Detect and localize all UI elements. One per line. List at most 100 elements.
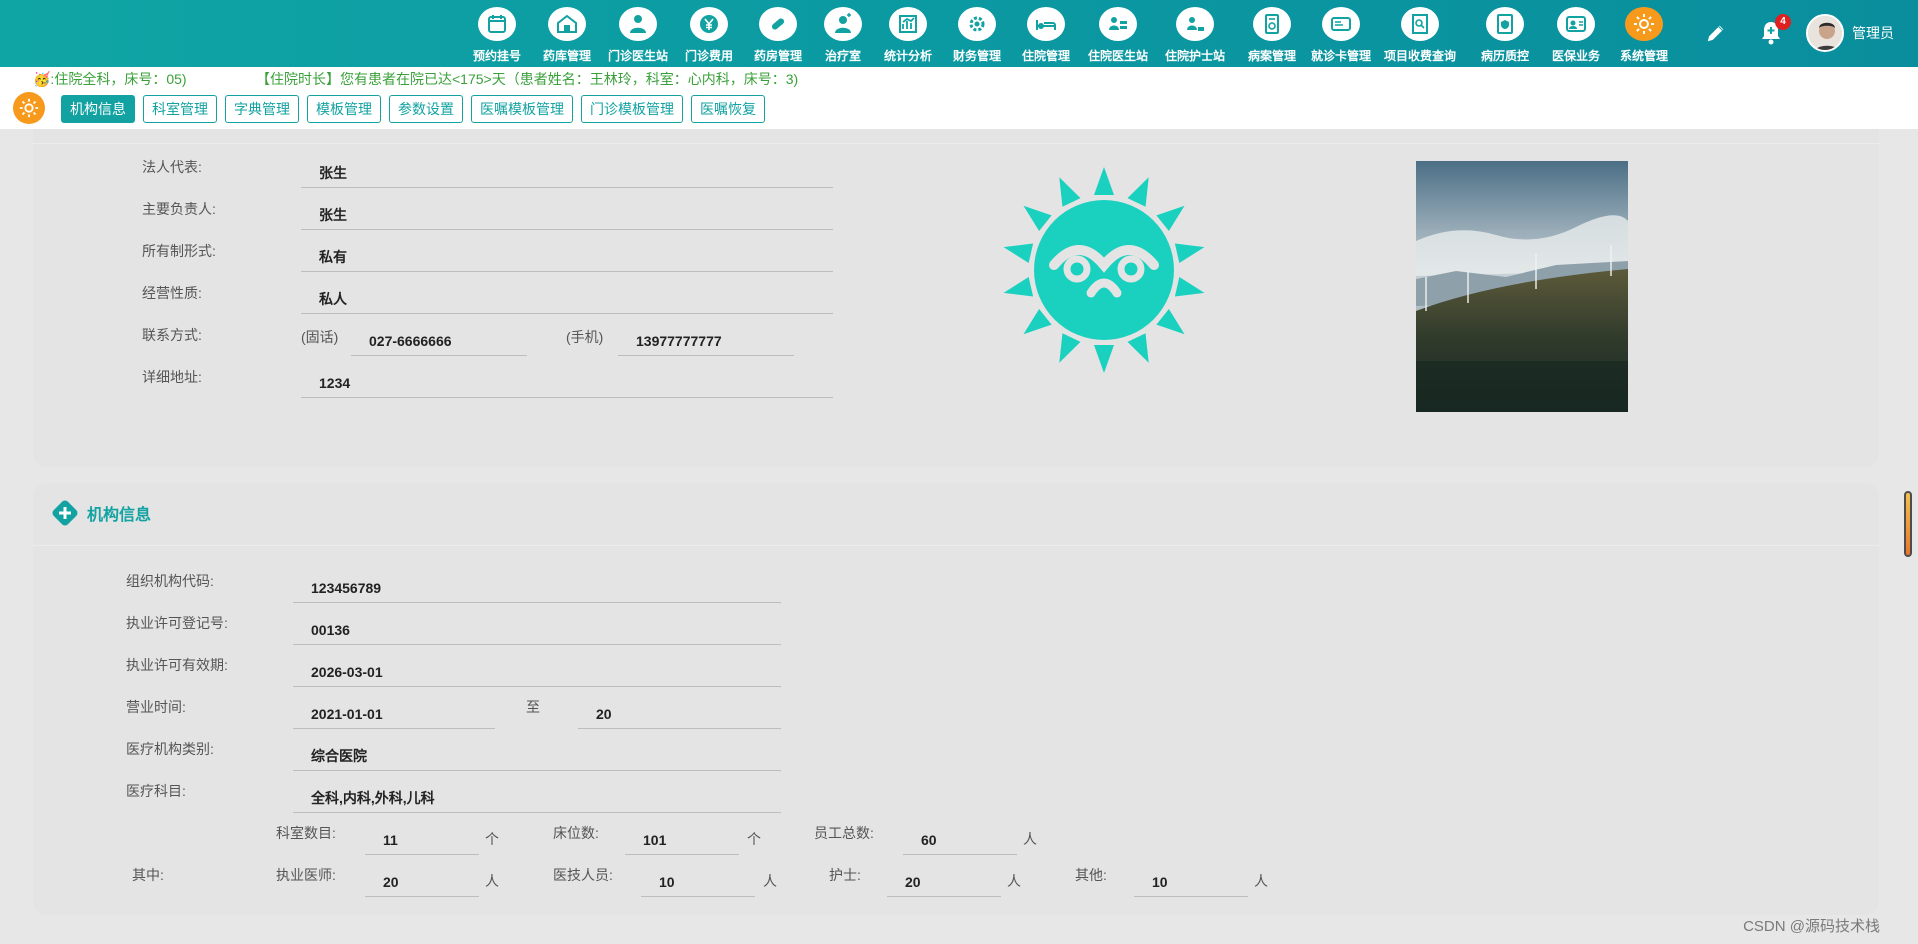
address-field[interactable]: 1234: [301, 368, 833, 398]
others-label: 其他:: [1075, 867, 1107, 883]
tab-5[interactable]: 医嘱模板管理: [471, 95, 573, 123]
shield-doc-icon: [1486, 7, 1524, 41]
contact-label: 联系方式:: [142, 327, 202, 343]
legal-info-card: 法人代表: 张生 主要负责人: 张生 所有制形式: 私有 经营性质: 私人 联系…: [33, 129, 1879, 467]
nav-item-label: 门诊医生站: [607, 49, 668, 63]
nav-item-label: 就诊卡管理: [1310, 49, 1371, 63]
to-label: 至: [526, 699, 540, 715]
bed-count-label: 床位数:: [553, 825, 599, 841]
technicians-label: 医技人员:: [553, 867, 613, 883]
mobile-field[interactable]: 13977777777: [618, 326, 794, 356]
nav-item-5[interactable]: 治疗室: [812, 4, 874, 64]
institution-info-heading: 机构信息: [51, 499, 151, 527]
nav-item-label: 财务管理: [952, 49, 1001, 63]
nav-item-label: 统计分析: [883, 49, 932, 63]
doctor-icon: [619, 7, 657, 41]
nav-item-7[interactable]: 财务管理: [942, 4, 1012, 64]
pill-icon: [759, 7, 797, 41]
nav-item-label: 住院医生站: [1087, 49, 1148, 63]
license-no-field[interactable]: 00136: [293, 615, 781, 645]
business-time-to-field[interactable]: 20: [578, 699, 781, 729]
unit-label: 个: [485, 831, 499, 847]
legal-rep-label: 法人代表:: [142, 159, 202, 175]
legal-rep-field[interactable]: 张生: [301, 158, 833, 188]
manager-label: 主要负责人:: [142, 201, 216, 217]
tab-7[interactable]: 医嘱恢复: [691, 95, 765, 123]
license-no-label: 执业许可登记号:: [126, 615, 228, 631]
business-time-label: 营业时间:: [126, 699, 186, 715]
tab-3[interactable]: 模板管理: [307, 95, 381, 123]
doctors-field[interactable]: 20: [365, 867, 479, 897]
nav-item-1[interactable]: 药库管理: [532, 4, 602, 64]
scrollbar-thumb[interactable]: [1904, 491, 1912, 557]
nav-item-9[interactable]: 住院医生站: [1080, 4, 1156, 64]
others-field[interactable]: 10: [1134, 867, 1248, 897]
tab-4[interactable]: 参数设置: [389, 95, 463, 123]
settings-gear-icon[interactable]: [13, 92, 45, 124]
landline-field[interactable]: 027-6666666: [351, 326, 527, 356]
institution-info-card: 机构信息 组织机构代码: 123456789 执业许可登记号: 00136 执业…: [33, 483, 1879, 915]
record-icon: [1253, 7, 1291, 41]
nav-item-12[interactable]: 就诊卡管理: [1310, 4, 1372, 64]
unit-label: 人: [763, 873, 777, 889]
of-which-label: 其中:: [132, 867, 164, 883]
bed-count-field[interactable]: 101: [625, 825, 739, 855]
module-tabs: 机构信息 科室管理 字典管理 模板管理 参数设置 医嘱模板管理 门诊模板管理 医嘱恢复: [61, 95, 773, 123]
nav-item-label: 住院护士站: [1164, 49, 1225, 63]
tab-0[interactable]: 机构信息: [61, 95, 135, 123]
add-circle-icon[interactable]: [51, 499, 79, 527]
username[interactable]: 管理员: [1852, 23, 1894, 43]
notice-marquee: 🥳:住院全科，床号：05) 【住院时长】您有患者在院已达<175>天（患者姓名：…: [0, 67, 1918, 89]
nav-item-label: 系统管理: [1619, 49, 1668, 63]
nav-item-15[interactable]: 医保业务: [1542, 4, 1610, 64]
license-valid-field[interactable]: 2026-03-01: [293, 657, 781, 687]
unit-label: 个: [747, 831, 761, 847]
vertical-scrollbar[interactable]: [1896, 129, 1918, 944]
notification-bell-icon[interactable]: 4: [1756, 14, 1791, 48]
technicians-field[interactable]: 10: [641, 867, 755, 897]
tab-6[interactable]: 门诊模板管理: [581, 95, 683, 123]
insurance-icon: [1557, 7, 1595, 41]
nav-item-4[interactable]: 药房管理: [744, 4, 812, 64]
business-time-from-field[interactable]: 2021-01-01: [293, 699, 495, 729]
nurses-field[interactable]: 20: [887, 867, 1001, 897]
nav-item-2[interactable]: 门诊医生站: [602, 4, 674, 64]
tab-2[interactable]: 字典管理: [225, 95, 299, 123]
manager-field[interactable]: 张生: [301, 200, 833, 230]
avatar[interactable]: [1806, 14, 1844, 52]
nav-item-8[interactable]: 住院管理: [1012, 4, 1080, 64]
notification-count-badge: 4: [1775, 14, 1791, 30]
nav-item-6[interactable]: 统计分析: [874, 4, 942, 64]
chart-icon: [889, 7, 927, 41]
institution-photo[interactable]: [1416, 161, 1628, 412]
tab-1[interactable]: 科室管理: [143, 95, 217, 123]
inpatient-doctor-icon: [1099, 7, 1137, 41]
nav-item-16[interactable]: 系统管理: [1610, 4, 1678, 64]
nav-item-11[interactable]: 病案管理: [1234, 4, 1310, 64]
nav-item-13[interactable]: 项目收费查询: [1372, 4, 1468, 64]
tab-bar: 机构信息 科室管理 字典管理 模板管理 参数设置 医嘱模板管理 门诊模板管理 医嘱恢复: [0, 89, 1918, 129]
nav-item-label: 预约挂号: [472, 49, 521, 63]
nature-field[interactable]: 私人: [301, 284, 833, 314]
org-code-field[interactable]: 123456789: [293, 573, 781, 603]
dept-count-field[interactable]: 11: [365, 825, 479, 855]
subjects-field[interactable]: 全科,内科,外科,儿科: [293, 783, 781, 813]
category-field[interactable]: 综合医院: [293, 741, 781, 771]
address-label: 详细地址:: [142, 369, 202, 385]
nav-item-label: 住院管理: [1021, 49, 1070, 63]
ownership-label: 所有制形式:: [142, 243, 216, 259]
dept-count-label: 科室数目:: [276, 825, 336, 841]
edit-pencil-icon[interactable]: [1702, 19, 1730, 47]
main-nav: 预约挂号 药库管理 门诊医生站 门诊费用 药房管理 治疗室 统计分析 财务管理 住院管理 住院医生…: [462, 4, 1678, 64]
unit-label: 人: [1023, 831, 1037, 847]
nav-item-0[interactable]: 预约挂号: [462, 4, 532, 64]
license-valid-label: 执业许可有效期:: [126, 657, 228, 673]
nav-item-10[interactable]: 住院护士站: [1156, 4, 1234, 64]
ownership-field[interactable]: 私有: [301, 242, 833, 272]
nav-item-14[interactable]: 病历质控: [1468, 4, 1542, 64]
card-divider: [33, 143, 1879, 144]
nav-item-3[interactable]: 门诊费用: [674, 4, 744, 64]
marquee-text-right: 【住院时长】您有患者在院已达<175>天（患者姓名：王林玲，科室：心内科，床号：…: [256, 71, 799, 87]
card-divider: [33, 545, 1879, 546]
staff-total-field[interactable]: 60: [903, 825, 1017, 855]
